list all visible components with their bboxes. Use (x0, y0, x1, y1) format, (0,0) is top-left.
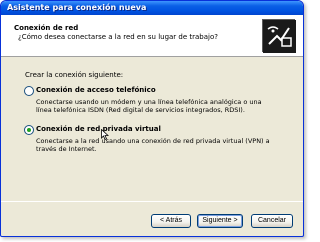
header-subtitle: ¿Cómo desea conectarse a la red en su lu… (18, 33, 218, 41)
option-dialup-description: Conectarse usando un módem y una línea t… (36, 98, 262, 114)
header-title: Conexión de red (14, 24, 79, 32)
footer-divider (1, 201, 303, 202)
network-wizard-icon (262, 19, 296, 53)
window-title: Asistente para conexión nueva (7, 3, 147, 12)
prompt-label: Crear la conexión siguiente: (25, 71, 124, 79)
option-vpn-title[interactable]: Conexión de red privada virtual (36, 125, 161, 133)
wizard-header: Conexión de red ¿Cómo desea conectarse a… (1, 15, 303, 57)
radio-vpn[interactable] (24, 125, 34, 135)
option-vpn-description: Conectarse a la red usando una conexión … (36, 137, 270, 153)
wizard-window: Asistente para conexión nueva Conexión d… (0, 0, 304, 237)
mouse-cursor-icon (101, 129, 109, 140)
next-button[interactable]: Siguiente > (197, 214, 243, 228)
radio-dialup[interactable] (24, 86, 34, 96)
back-button[interactable]: < Atrás (151, 214, 191, 228)
option-dialup-title[interactable]: Conexión de acceso telefónico (36, 86, 156, 94)
network-wizard-icon-graphic (263, 20, 296, 53)
cancel-button[interactable]: Cancelar (251, 214, 293, 228)
wizard-content: Crear la conexión siguiente: Conexión de… (1, 58, 303, 201)
title-bar[interactable]: Asistente para conexión nueva (1, 1, 303, 15)
